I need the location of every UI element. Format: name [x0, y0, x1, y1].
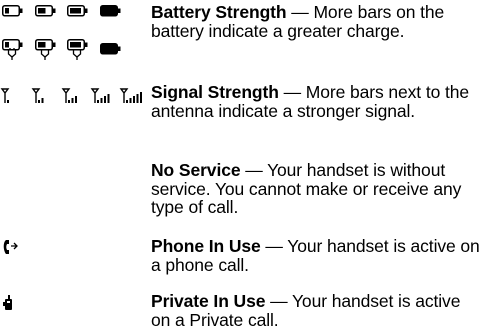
phone-in-use-icons	[0, 237, 150, 259]
battery-charging-full-icon	[100, 43, 121, 55]
signal-strength-title: Signal Strength	[151, 82, 279, 102]
private-in-use-title: Private In Use	[151, 291, 266, 311]
battery-full-icon	[100, 5, 121, 17]
signal-2-bar-icon	[31, 88, 44, 103]
signal-1-bar-icon	[0, 88, 10, 103]
private-in-use-icon	[3, 295, 12, 310]
battery-charging-1-icon	[2, 39, 23, 60]
no-service-title: No Service	[151, 160, 241, 180]
signal-strength-dash: —	[278, 82, 306, 102]
signal-3-bar-icon	[61, 88, 77, 103]
battery-charging-2-icon	[35, 39, 56, 60]
private-in-use-dash: —	[265, 291, 292, 311]
signal-icons	[0, 83, 150, 107]
private-in-use-description: Private In Use — Your handset is active …	[151, 292, 483, 329]
battery-1-bar-icon	[2, 5, 23, 17]
signal-4-bar-icon	[90, 88, 110, 103]
battery-2-bar-icon	[35, 5, 56, 17]
phone-in-use-description: Phone In Use — Your handset is active on…	[151, 237, 483, 274]
no-service-dash: —	[240, 160, 268, 180]
phone-in-use-dash: —	[260, 236, 288, 256]
phone-in-use-title: Phone In Use	[151, 236, 261, 256]
battery-charging-3-icon	[67, 39, 88, 60]
phone-in-use-icon	[3, 240, 18, 254]
no-service-description: No Service — Your handset is without ser…	[151, 161, 483, 217]
signal-strength-description: Signal Strength — More bars next to the …	[151, 83, 483, 120]
battery-icons	[0, 0, 150, 80]
battery-3-bar-icon	[67, 5, 88, 17]
private-in-use-icons	[0, 292, 150, 314]
battery-strength-description: Battery Strength — More bars on the batt…	[151, 3, 483, 40]
battery-strength-title: Battery Strength	[151, 2, 287, 22]
signal-5-bar-icon	[119, 88, 142, 103]
battery-strength-dash: —	[286, 2, 314, 22]
